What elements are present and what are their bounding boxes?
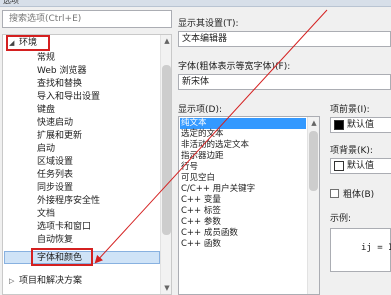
arrow-line [94,9,328,264]
annotation-arrow [94,9,328,264]
